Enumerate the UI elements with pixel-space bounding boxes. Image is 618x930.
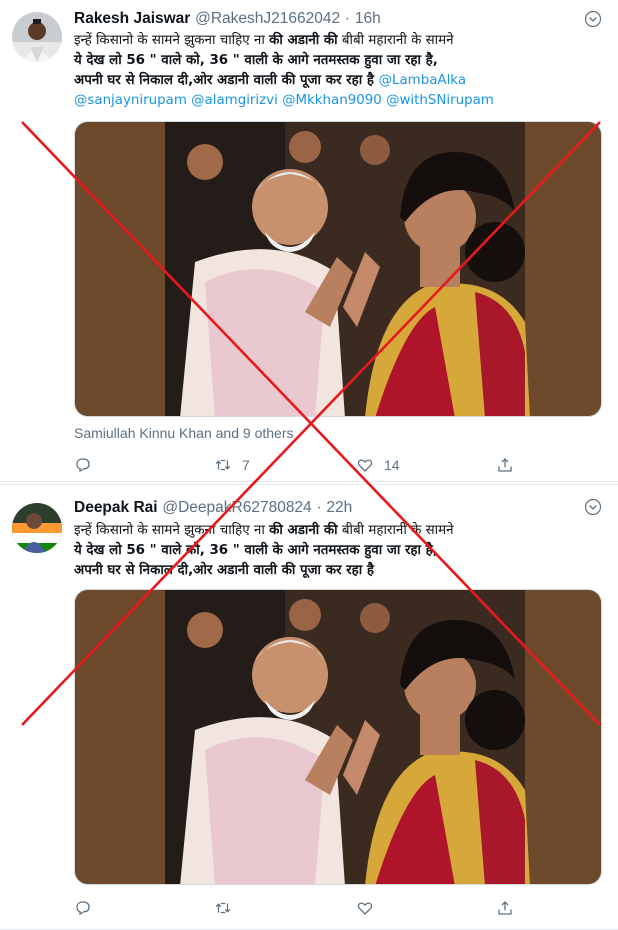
separator-dot: ·: [344, 10, 351, 27]
like-count: 14: [384, 457, 400, 473]
mention-link[interactable]: @Mkkhan9090: [282, 93, 382, 108]
avatar[interactable]: [12, 503, 62, 553]
retweet-count: 7: [242, 457, 250, 473]
tweet-text: इन्हें किसानो के सामने झुकना चाहिए ना की…: [74, 521, 594, 581]
text-line: अपनी घर से निकाल दी,ओर अडानी वाली की पूज…: [74, 563, 374, 578]
tweet-actions: [74, 897, 514, 919]
text-segment: बीबी महारानी के सामने: [337, 523, 454, 538]
chevron-down-icon[interactable]: [584, 498, 602, 516]
share-icon: [498, 458, 512, 472]
text-segment-bold: अपनी घर से निकाल दी,ओर अडानी वाली की पूज…: [74, 73, 379, 88]
share-button[interactable]: [496, 897, 514, 919]
text-segment: इन्हें किसानो के सामने झुकना चाहिए ना: [74, 523, 270, 538]
mention-link[interactable]: @withSNirupam: [386, 93, 494, 108]
mention-link[interactable]: @sanjaynirupam: [74, 93, 187, 108]
text-line: ये देख लो 56 " वाले को, 36 " वाली के आगे…: [74, 53, 438, 68]
text-segment-bold: की अडानी की: [269, 33, 338, 48]
author-handle[interactable]: @DeepakR62780824: [162, 499, 311, 516]
avatar-photo: [12, 503, 62, 553]
tweet-time[interactable]: 22h: [326, 499, 352, 516]
share-button[interactable]: [496, 454, 514, 476]
photo-image: [75, 590, 601, 884]
tweet-header: Deepak Rai @DeepakR62780824 · 22h: [74, 498, 352, 517]
tweet-photo[interactable]: [74, 589, 602, 885]
retweet-button[interactable]: 7: [214, 454, 250, 476]
tweet-2[interactable]: Deepak Rai @DeepakR62780824 · 22h इन्हें…: [0, 484, 618, 930]
tweet-actions: 7 14: [74, 454, 514, 476]
author-name[interactable]: Deepak Rai: [74, 499, 158, 516]
author-handle[interactable]: @RakeshJ21662042: [195, 10, 340, 27]
tweet-photo[interactable]: [74, 121, 602, 417]
share-icon: [498, 901, 512, 915]
chevron-down-icon[interactable]: [584, 10, 602, 28]
separator-dot: ·: [316, 499, 322, 516]
avatar-photo: [12, 12, 62, 62]
heart-icon: [357, 902, 373, 915]
text-segment: बीबी महारानी के सामने: [337, 33, 454, 48]
text-line: ये देख लो 56 " वाले को, 36 " वाली के आगे…: [74, 543, 438, 558]
like-button[interactable]: 14: [356, 454, 400, 476]
retweet-icon: [215, 902, 231, 914]
tweet-1[interactable]: Rakesh Jaiswar @RakeshJ21662042 · 16h इन…: [0, 0, 618, 482]
reply-icon: [76, 458, 90, 473]
avatar[interactable]: [12, 12, 62, 62]
mention-link[interactable]: @alamgirizvi: [191, 93, 278, 108]
tweet-time[interactable]: 16h: [355, 10, 381, 27]
tweet-header: Rakesh Jaiswar @RakeshJ21662042 · 16h: [74, 9, 381, 28]
tweet-text: इन्हें किसानो के सामने झुकना चाहिए ना की…: [74, 31, 594, 111]
reply-button[interactable]: [74, 897, 92, 919]
liked-by-tagline[interactable]: Samiullah Kinnu Khan and 9 others: [74, 425, 293, 441]
mention-link[interactable]: @LambaAlka: [379, 73, 466, 88]
text-segment-bold: की अडानी की: [269, 523, 338, 538]
retweet-icon: [215, 459, 231, 471]
heart-icon: [357, 459, 373, 472]
like-button[interactable]: [356, 897, 374, 919]
retweet-button[interactable]: [214, 897, 232, 919]
reply-button[interactable]: [74, 454, 92, 476]
reply-icon: [76, 901, 90, 916]
photo-image: [75, 122, 601, 416]
author-name[interactable]: Rakesh Jaiswar: [74, 10, 190, 27]
text-segment: इन्हें किसानो के सामने झुकना चाहिए ना: [74, 33, 270, 48]
